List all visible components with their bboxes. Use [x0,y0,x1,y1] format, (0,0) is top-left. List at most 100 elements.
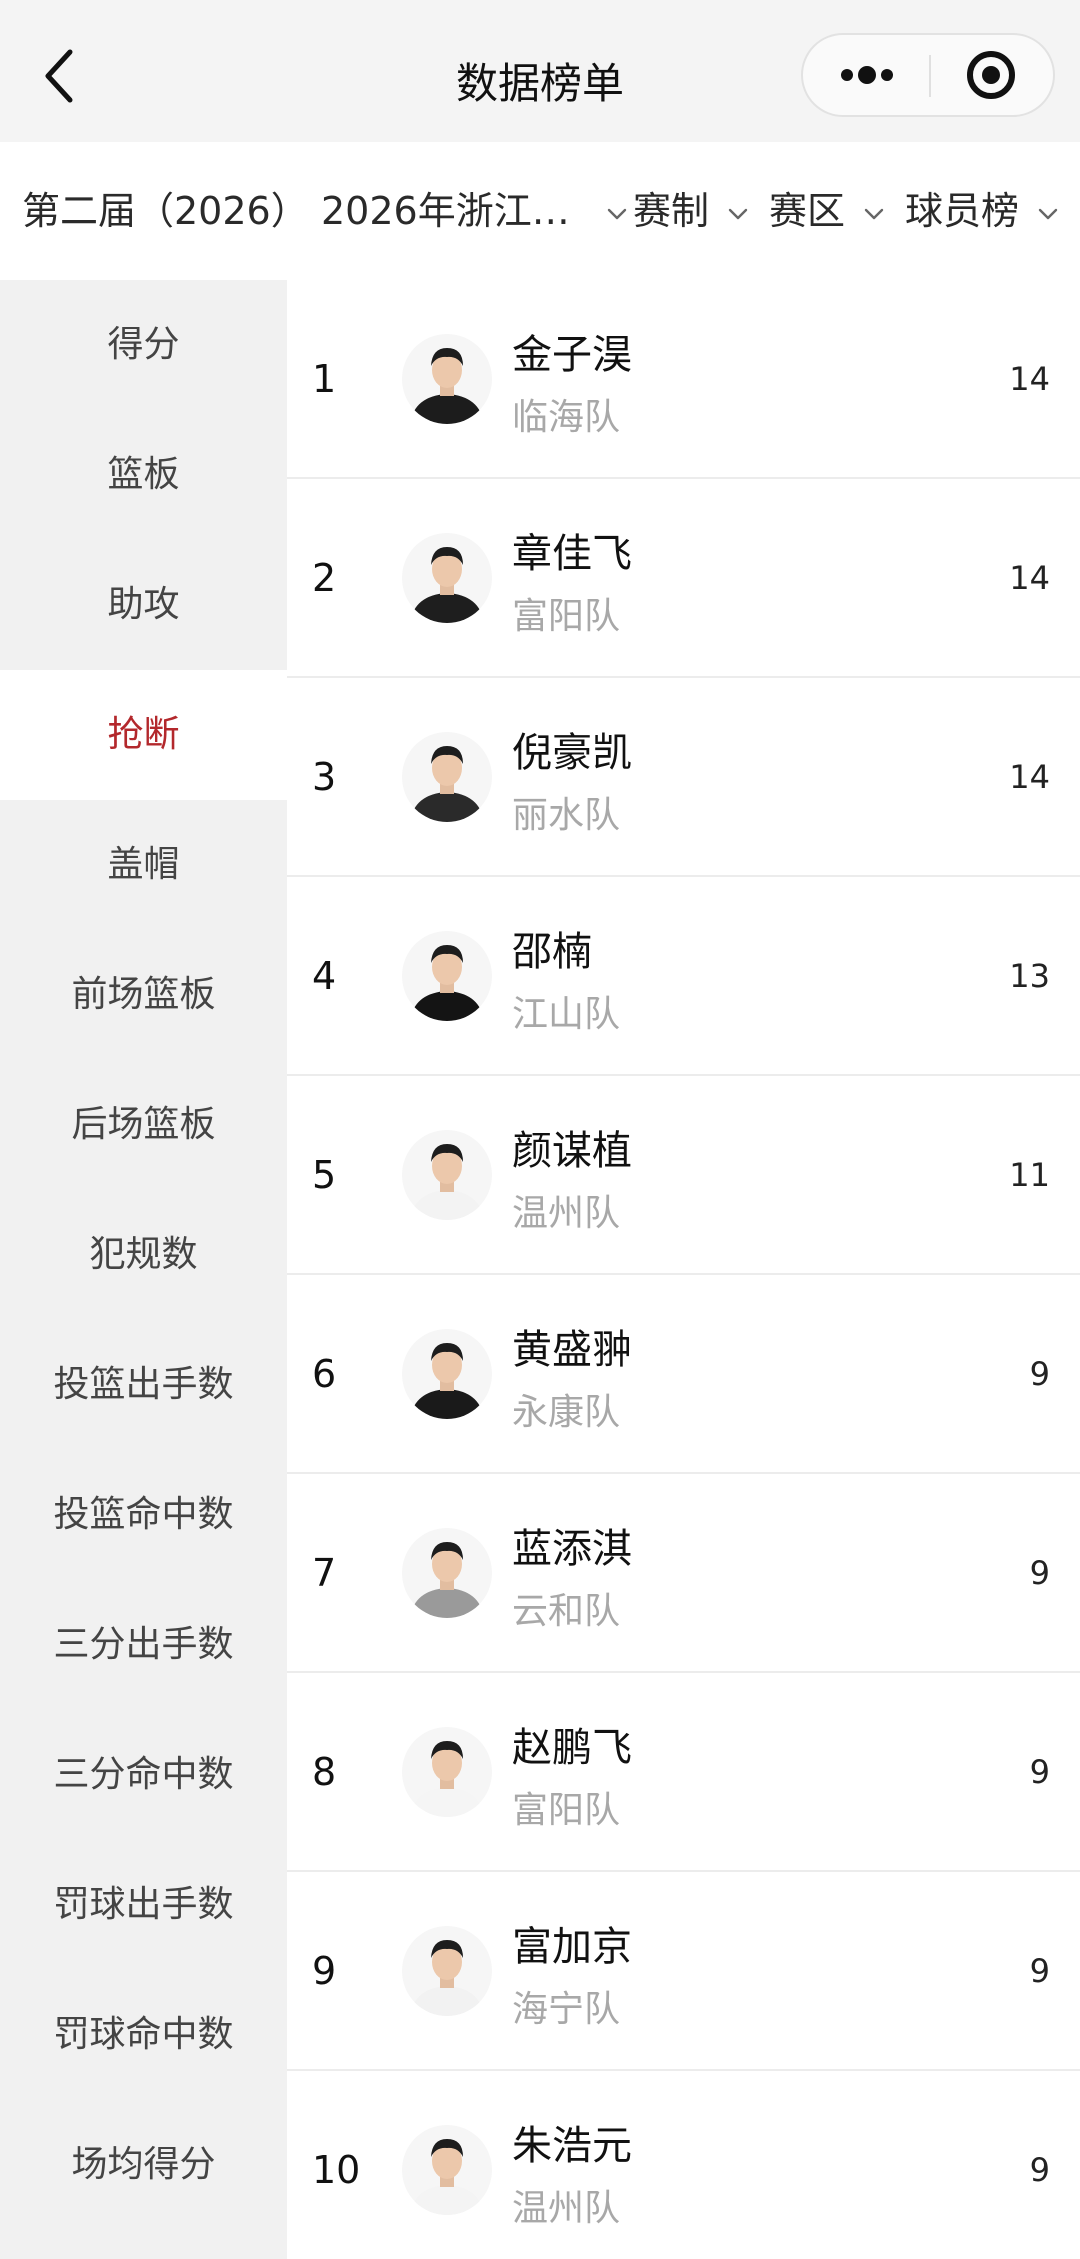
portrait-shirt [410,1389,484,1419]
player-stat-value: 9 [1029,1952,1050,1990]
category-item[interactable]: 助攻 [0,540,287,670]
player-name: 章佳飞 [512,531,632,577]
player-row[interactable]: 5 颜谋植 温州队 11 [287,1076,1080,1275]
player-team: 富阳队 [512,596,621,637]
region-filter[interactable]: 赛区 [769,180,885,240]
close-miniprogram-button[interactable] [931,35,1055,115]
more-button[interactable] [803,35,927,115]
player-row[interactable]: 6 黄盛翀 永康队 9 [287,1275,1080,1474]
category-label: 前场篮板 [71,974,216,1015]
player-name: 邵楠 [512,929,592,975]
player-rank: 4 [312,954,337,998]
player-portrait-icon [410,1940,484,2016]
portrait-shirt [410,1190,484,1220]
player-row[interactable]: 3 倪豪凯 丽水队 14 [287,678,1080,877]
category-item[interactable]: 罚球命中数 [0,1970,287,2100]
player-name: 倪豪凯 [512,730,632,776]
portrait-shirt [410,593,484,623]
category-item[interactable]: 投篮出手数 [0,1320,287,1450]
player-row[interactable]: 10 朱浩元 温州队 9 [287,2071,1080,2259]
player-portrait-icon [410,1343,484,1419]
format-filter-label: 赛制 [633,189,710,233]
category-item[interactable]: 犯规数 [0,1190,287,1320]
player-stat-value: 14 [1009,758,1050,796]
category-label: 三分命中数 [53,1754,234,1795]
category-item[interactable]: 后场篮板 [0,1060,287,1190]
player-name: 颜谋植 [512,1128,632,1174]
player-avatar [402,1727,492,1817]
category-label: 助攻 [107,584,180,625]
category-item[interactable]: 投篮命中数 [0,1450,287,1580]
category-item[interactable]: 盖帽 [0,800,287,930]
board-filter-label: 球员榜 [905,189,1020,233]
category-item[interactable]: 三分出手数 [0,1580,287,1710]
player-avatar [402,931,492,1021]
portrait-shirt [410,2185,484,2215]
player-rank: 3 [312,755,337,799]
player-portrait-icon [410,1542,484,1618]
filter-bar: 第二届（2026） 2026年浙江… 赛制 赛区 球员榜 [0,142,1080,280]
category-sidebar: 得分 篮板 助攻 抢断 盖帽 前场篮板 后场篮板 犯规数 投篮出手数 投篮命中数… [0,280,287,2259]
category-item[interactable]: 三分命中数 [0,1710,287,1840]
chevron-down-icon [1038,208,1058,219]
portrait-shirt [410,1588,484,1618]
player-portrait-icon [410,547,484,623]
category-label: 盖帽 [107,844,180,885]
player-row[interactable]: 1 金子淏 临海队 14 [287,280,1080,479]
player-portrait-icon [410,1144,484,1220]
player-avatar [402,732,492,822]
category-item[interactable]: 前场篮板 [0,930,287,1060]
player-stat-value: 9 [1029,1753,1050,1791]
season-filter-label: 第二届（2026） [22,189,309,233]
portrait-shirt [410,394,484,424]
player-rank: 8 [312,1750,337,1794]
player-rank: 6 [312,1352,337,1396]
player-row[interactable]: 7 蓝添淇 云和队 9 [287,1474,1080,1673]
player-row[interactable]: 2 章佳飞 富阳队 14 [287,479,1080,678]
chevron-down-icon [864,208,884,219]
player-row[interactable]: 9 富加京 海宁队 9 [287,1872,1080,2071]
category-item[interactable]: 场均得分 [0,2100,287,2230]
ranking-list: 1 金子淏 临海队 14 2 章佳飞 富阳队 14 3 倪豪凯 丽水队 14 4… [287,280,1080,2259]
category-label: 犯规数 [89,1234,198,1275]
player-team: 临海队 [512,397,621,438]
player-row[interactable]: 4 邵楠 江山队 13 [287,877,1080,1076]
category-item[interactable]: 得分 [0,280,287,410]
chevron-down-icon [607,208,627,219]
player-avatar [402,1130,492,1220]
category-label: 罚球命中数 [53,2014,234,2055]
player-name: 金子淏 [512,332,632,378]
player-avatar [402,1926,492,2016]
player-rank: 9 [312,1949,337,1993]
player-stat-value: 9 [1029,1554,1050,1592]
region-filter-label: 赛区 [769,189,846,233]
player-name: 朱浩元 [512,2123,632,2169]
player-avatar [402,2125,492,2215]
board-filter[interactable]: 球员榜 [905,180,1059,240]
category-item[interactable]: 抢断 [0,670,287,800]
mini-program-capsule [801,33,1055,117]
player-team: 富阳队 [512,1790,621,1831]
league-filter[interactable]: 2026年浙江… [321,180,628,240]
category-item[interactable]: 罚球出手数 [0,1840,287,1970]
season-filter[interactable]: 第二届（2026） [22,180,309,240]
player-portrait-icon [410,746,484,822]
player-team: 丽水队 [512,795,621,836]
format-filter[interactable]: 赛制 [633,180,749,240]
player-team: 江山队 [512,994,621,1035]
player-rank: 10 [312,2148,361,2192]
player-row[interactable]: 8 赵鹏飞 富阳队 9 [287,1673,1080,1872]
player-avatar [402,1528,492,1618]
player-name: 黄盛翀 [512,1327,632,1373]
player-rank: 5 [312,1153,337,1197]
category-label: 后场篮板 [71,1104,216,1145]
portrait-shirt [410,792,484,822]
category-item[interactable]: 篮板 [0,410,287,540]
player-rank: 2 [312,556,337,600]
player-stat-value: 14 [1009,559,1050,597]
player-stat-value: 13 [1009,957,1050,995]
category-label: 抢断 [107,714,180,755]
category-label: 罚球出手数 [53,1884,234,1925]
category-label: 三分出手数 [53,1624,234,1665]
player-rank: 7 [312,1551,337,1595]
